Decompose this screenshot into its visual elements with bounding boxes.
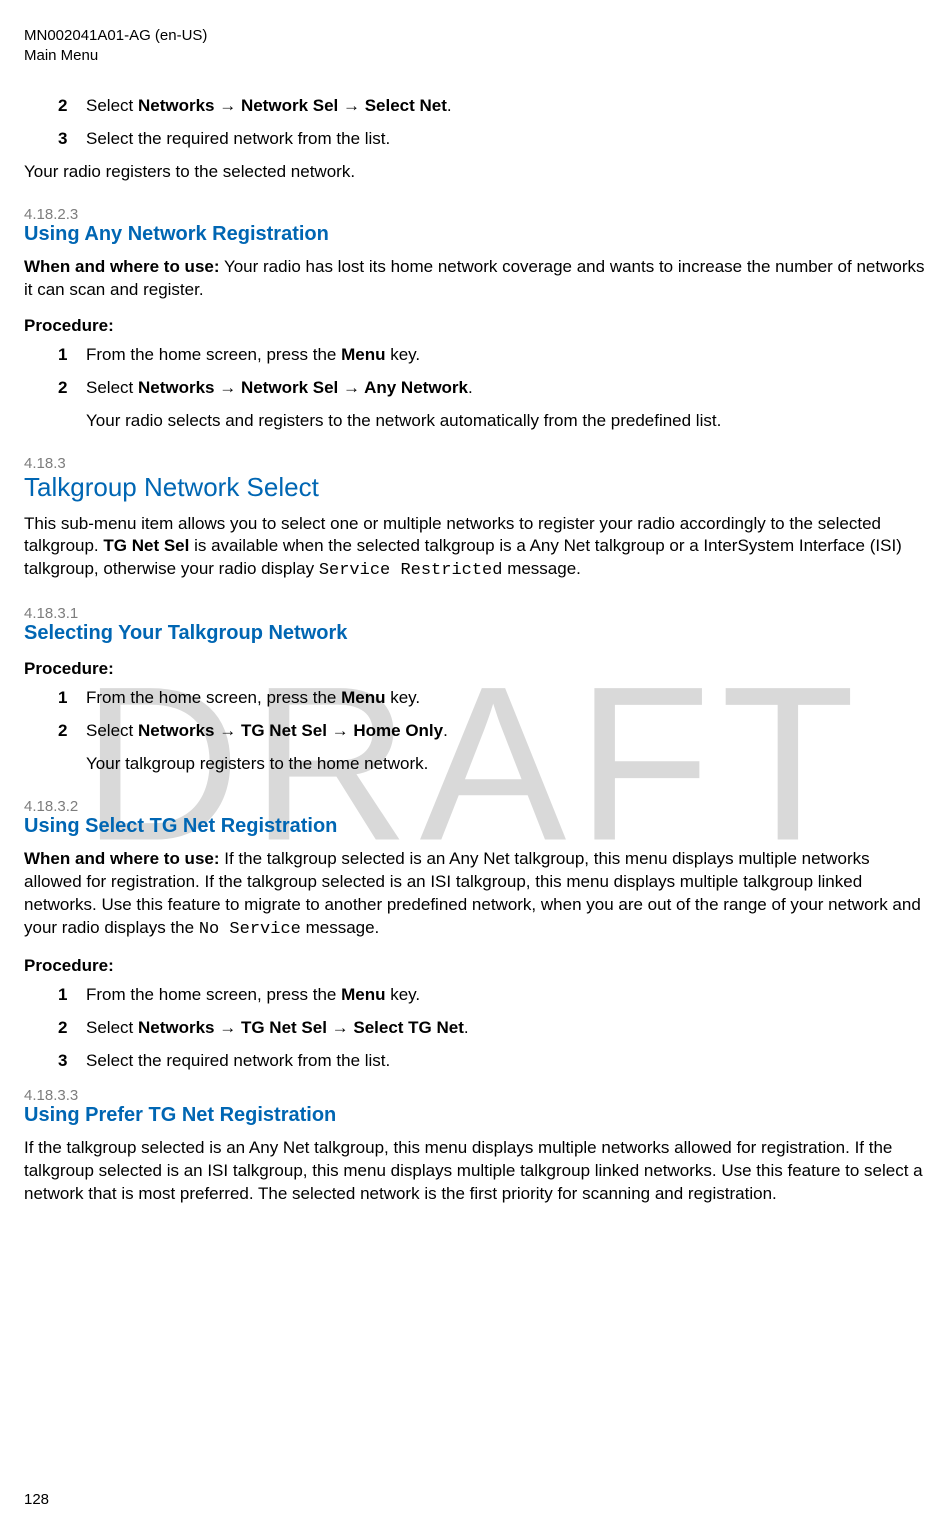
step-text: Select the required network from the lis…	[86, 1050, 929, 1073]
text-plain: .	[464, 1018, 469, 1037]
step-text: Select Networks → TG Net Sel → Home Only…	[86, 720, 929, 743]
when-label: When and where to use:	[24, 849, 220, 868]
step-item: 1 From the home screen, press the Menu k…	[58, 687, 929, 710]
step-item: 2 Select Networks → Network Sel → Select…	[58, 95, 929, 118]
result-text: Your talkgroup registers to the home net…	[24, 753, 929, 776]
page-number: 128	[24, 1491, 49, 1508]
section-title: Talkgroup Network Select	[24, 472, 929, 503]
step-number: 1	[58, 984, 86, 1007]
step-number: 2	[58, 1017, 86, 1040]
section-title: Using Any Network Registration	[24, 223, 929, 246]
step-number: 3	[58, 128, 86, 151]
procedure-label: Procedure:	[24, 956, 929, 976]
text-bold: Networks → TG Net Sel → Select TG Net	[138, 1018, 464, 1037]
text-bold: Menu	[341, 345, 385, 364]
text-bold: Menu	[341, 688, 385, 707]
text-plain: key.	[386, 688, 421, 707]
text-bold: Networks → Network Sel → Select Net	[138, 96, 447, 115]
step-number: 2	[58, 95, 86, 118]
step-number: 2	[58, 377, 86, 400]
section-number: 4.18.3.3	[24, 1087, 929, 1104]
step-text: Select Networks → Network Sel → Any Netw…	[86, 377, 929, 400]
text-bold: Menu	[341, 985, 385, 1004]
section-number: 4.18.2.3	[24, 206, 929, 223]
step-text: From the home screen, press the Menu key…	[86, 687, 929, 710]
text-plain: From the home screen, press the	[86, 985, 341, 1004]
text-plain: key.	[386, 985, 421, 1004]
step-item: 2 Select Networks → TG Net Sel → Home On…	[58, 720, 929, 743]
section-number: 4.18.3.1	[24, 605, 929, 622]
step-text: From the home screen, press the Menu key…	[86, 344, 929, 367]
step-number: 1	[58, 687, 86, 710]
text-mono: No Service	[199, 920, 301, 939]
text-plain: .	[447, 96, 452, 115]
when-where-paragraph: When and where to use: Your radio has lo…	[24, 256, 929, 302]
procedure-label: Procedure:	[24, 316, 929, 336]
text-plain: message.	[301, 918, 379, 937]
step-number: 1	[58, 344, 86, 367]
doc-id: MN002041A01-AG (en-US)	[24, 26, 929, 46]
text-plain: .	[468, 378, 473, 397]
section-title: Using Select TG Net Registration	[24, 815, 929, 838]
text-bold: Networks → Network Sel → Any Network	[138, 378, 468, 397]
doc-section: Main Menu	[24, 46, 929, 66]
text-plain: From the home screen, press the	[86, 688, 341, 707]
procedure-label: Procedure:	[24, 659, 929, 679]
text-plain: Select	[86, 721, 138, 740]
step-item: 3 Select the required network from the l…	[58, 128, 929, 151]
text-plain: Select	[86, 378, 138, 397]
step-item: 1 From the home screen, press the Menu k…	[58, 984, 929, 1007]
section-number: 4.18.3	[24, 455, 929, 472]
step-text: From the home screen, press the Menu key…	[86, 984, 929, 1007]
step-text: Select the required network from the lis…	[86, 128, 929, 151]
step-item: 2 Select Networks → TG Net Sel → Select …	[58, 1017, 929, 1040]
section-title: Selecting Your Talkgroup Network	[24, 622, 929, 645]
step-number: 2	[58, 720, 86, 743]
text-bold: TG Net Sel	[103, 536, 189, 555]
result-text: Your radio registers to the selected net…	[24, 161, 929, 184]
step-item: 2 Select Networks → Network Sel → Any Ne…	[58, 377, 929, 400]
step-text: Select Networks → Network Sel → Select N…	[86, 95, 929, 118]
step-number: 3	[58, 1050, 86, 1073]
when-label: When and where to use:	[24, 257, 220, 276]
when-where-paragraph: When and where to use: If the talkgroup …	[24, 848, 929, 942]
text-plain: From the home screen, press the	[86, 345, 341, 364]
text-plain: Select the required network from the lis…	[86, 1051, 390, 1070]
result-text: Your radio selects and registers to the …	[24, 410, 929, 433]
text-plain: .	[443, 721, 448, 740]
step-item: 3 Select the required network from the l…	[58, 1050, 929, 1073]
text-plain: key.	[386, 345, 421, 364]
text-mono: Service Restricted	[319, 561, 503, 580]
step-text: Select Networks → TG Net Sel → Select TG…	[86, 1017, 929, 1040]
text-plain: Select	[86, 1018, 138, 1037]
section-paragraph: This sub-menu item allows you to select …	[24, 513, 929, 584]
text-plain: Select	[86, 96, 138, 115]
text-plain: Select the required network from the lis…	[86, 129, 390, 148]
section-title: Using Prefer TG Net Registration	[24, 1104, 929, 1127]
step-item: 1 From the home screen, press the Menu k…	[58, 344, 929, 367]
section-number: 4.18.3.2	[24, 798, 929, 815]
section-paragraph: If the talkgroup selected is an Any Net …	[24, 1137, 929, 1206]
text-plain: message.	[502, 559, 580, 578]
text-bold: Networks → TG Net Sel → Home Only	[138, 721, 443, 740]
